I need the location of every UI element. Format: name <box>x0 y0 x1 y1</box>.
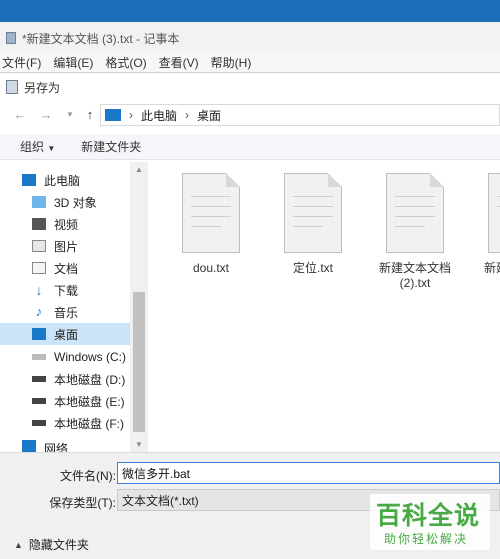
text-file-icon <box>182 173 240 253</box>
organize-button[interactable]: 组织 ▼ <box>20 138 55 155</box>
notepad-menubar: 文件(F) 编辑(E) 格式(O) 查看(V) 帮助(H) <box>0 52 500 72</box>
new-folder-button[interactable]: 新建文件夹 <box>81 138 141 155</box>
menu-file[interactable]: 文件(F) <box>2 54 41 71</box>
nav-item-drive-e[interactable]: 本地磁盘 (E:) <box>32 390 130 412</box>
pictures-icon <box>32 240 46 252</box>
file-item[interactable]: 新建 <box>470 173 500 293</box>
nav-item-desktop[interactable]: 桌面 <box>0 323 130 345</box>
documents-icon <box>32 262 46 274</box>
notepad-title: *新建文本文档 (3).txt - 记事本 <box>22 31 180 46</box>
menu-edit[interactable]: 编辑(E) <box>53 54 93 71</box>
file-item[interactable]: dou.txt <box>164 173 254 293</box>
text-file-icon <box>386 173 444 253</box>
nav-item-label: 文档 <box>54 261 79 276</box>
filename-label: 文件名(N): <box>60 469 116 483</box>
nav-item-label: 本地磁盘 (E:) <box>54 394 125 409</box>
dialog-toolbar: 组织 ▼ 新建文件夹 <box>0 134 500 160</box>
address-bar[interactable]: › 此电脑 › 桌面 <box>100 104 500 126</box>
organize-label: 组织 <box>20 140 45 154</box>
drive-icon <box>32 376 46 382</box>
computer-icon <box>105 109 121 121</box>
nav-item-label: 音乐 <box>54 305 79 320</box>
file-name: dou.txt <box>192 261 230 275</box>
file-name: 新建文本文档 (2).txt <box>378 261 451 290</box>
nav-item-pictures[interactable]: 图片 <box>32 235 130 257</box>
menu-format[interactable]: 格式(O) <box>105 54 146 71</box>
notepad-icon <box>6 32 16 44</box>
nav-item-this-pc[interactable]: 此电脑 <box>22 169 130 191</box>
chevron-down-icon: ▼ <box>47 144 56 153</box>
nav-item-label: 图片 <box>54 239 79 254</box>
nav-scrollbar-thumb[interactable] <box>133 292 145 432</box>
breadcrumb-desktop[interactable]: 桌面 <box>197 107 221 124</box>
nav-item-label: 本地磁盘 (F:) <box>54 416 124 431</box>
up-arrow-icon[interactable]: ↑ <box>82 106 98 122</box>
nav-item-label: 视频 <box>54 217 79 232</box>
nav-item-label: 本地磁盘 (D:) <box>54 372 126 387</box>
menu-view[interactable]: 查看(V) <box>159 54 199 71</box>
filetype-label: 保存类型(T): <box>49 496 116 510</box>
dialog-icon <box>6 80 18 94</box>
file-item[interactable]: 新建文本文档 (2).txt <box>368 173 458 293</box>
desktop-icon <box>32 328 46 340</box>
nav-item-drive-d[interactable]: 本地磁盘 (D:) <box>32 368 130 390</box>
video-icon <box>32 218 46 230</box>
back-arrow-icon[interactable]: ← <box>12 106 28 122</box>
nav-item-documents[interactable]: 文档 <box>32 257 130 279</box>
text-file-icon <box>488 173 500 253</box>
drive-icon <box>32 420 46 426</box>
nav-item-downloads[interactable]: ↓ 下载 <box>32 279 130 301</box>
forward-arrow-icon[interactable]: → <box>38 106 54 122</box>
hide-folders-toggle[interactable]: ▲ 隐藏文件夹 <box>14 536 89 553</box>
nav-item-videos[interactable]: 视频 <box>32 213 130 235</box>
hide-folders-label: 隐藏文件夹 <box>28 538 89 552</box>
file-name: 定位.txt <box>292 261 333 275</box>
chevron-right-icon[interactable]: › <box>129 108 133 122</box>
filename-input[interactable]: 微信多开.bat <box>117 462 500 484</box>
scroll-up-icon[interactable]: ▲ <box>132 165 146 175</box>
notepad-titlebar: *新建文本文档 (3).txt - 记事本 <box>0 25 500 51</box>
dialog-titlebar: 另存为 <box>6 78 60 96</box>
dialog-title: 另存为 <box>24 80 61 95</box>
watermark-logo: 百科全说 助你轻松解决 <box>370 494 490 550</box>
music-icon: ♪ <box>35 304 43 319</box>
drive-icon <box>32 354 46 360</box>
nav-item-label: 桌面 <box>54 327 79 342</box>
text-file-icon <box>284 173 342 253</box>
drive-icon <box>32 398 46 404</box>
nav-item-label: 网络 <box>44 442 69 452</box>
nav-item-drive-f[interactable]: 本地磁盘 (F:) <box>32 412 130 434</box>
watermark-slogan: 助你轻松解决 <box>384 532 469 546</box>
download-icon: ↓ <box>35 282 43 298</box>
nav-item-label: 3D 对象 <box>54 195 97 210</box>
nav-item-music[interactable]: ♪ 音乐 <box>32 301 130 323</box>
network-icon <box>22 440 36 452</box>
chevron-right-icon[interactable]: › <box>185 108 189 122</box>
file-item[interactable]: 定位.txt <box>266 173 356 293</box>
computer-icon <box>22 174 36 186</box>
3d-objects-icon <box>32 196 46 208</box>
nav-item-3d-objects[interactable]: 3D 对象 <box>32 191 130 213</box>
recent-dropdown-icon[interactable]: ▼ <box>62 106 78 122</box>
file-name: 新建 <box>484 261 500 275</box>
nav-item-label: 此电脑 <box>44 173 81 188</box>
nav-item-label: 下载 <box>54 283 79 298</box>
watermark-title: 百科全说 <box>376 502 481 530</box>
chevron-up-icon: ▲ <box>14 539 23 550</box>
scroll-down-icon[interactable]: ▼ <box>132 440 146 450</box>
nav-item-network[interactable]: 网络 <box>22 440 130 452</box>
menu-help[interactable]: 帮助(H) <box>211 54 252 71</box>
nav-item-label: Windows (C:) <box>54 350 127 364</box>
nav-item-drive-c[interactable]: Windows (C:) <box>32 346 130 368</box>
breadcrumb-this-pc[interactable]: 此电脑 <box>141 107 177 124</box>
